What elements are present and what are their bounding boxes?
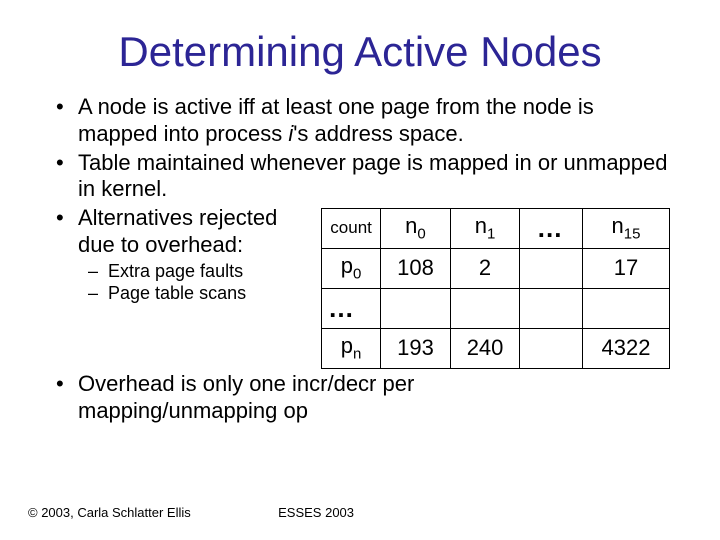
cell — [520, 249, 583, 289]
bullet-1: A node is active iff at least one page f… — [50, 94, 670, 148]
bullet-1-post: 's address space. — [293, 121, 464, 146]
bullet-4: Overhead is only one incr/decr per mappi… — [50, 371, 470, 425]
cell — [381, 289, 451, 329]
col-n1: n1 — [450, 209, 520, 249]
slide-body: A node is active iff at least one page f… — [0, 94, 720, 425]
col-ellipsis: … — [520, 209, 583, 249]
table-row: count n0 n1 … n15 — [322, 209, 670, 249]
row-ellipsis: … — [322, 289, 381, 329]
col-n0: n0 — [381, 209, 451, 249]
cell: 2 — [450, 249, 520, 289]
cell: 240 — [450, 329, 520, 369]
cell — [450, 289, 520, 329]
sub-bullet-a: Extra page faults — [78, 261, 313, 283]
cell: 108 — [381, 249, 451, 289]
bullet-3: Alternatives rejected due to overhead: E… — [50, 205, 670, 369]
row-p0: p0 — [322, 249, 381, 289]
cell — [520, 289, 583, 329]
cell — [520, 329, 583, 369]
table-row: p0 108 2 17 — [322, 249, 670, 289]
footer-center: ESSES 2003 — [191, 505, 442, 520]
row-pn: pn — [322, 329, 381, 369]
cell — [582, 289, 669, 329]
slide-title: Determining Active Nodes — [0, 0, 720, 94]
cell: 193 — [381, 329, 451, 369]
col-n15: n15 — [582, 209, 669, 249]
copyright: © 2003, Carla Schlatter Ellis — [28, 505, 191, 520]
footer: © 2003, Carla Schlatter Ellis ESSES 2003 — [28, 505, 692, 520]
bullet-list: A node is active iff at least one page f… — [50, 94, 670, 425]
hdr-count: count — [322, 209, 381, 249]
table-row: … — [322, 289, 670, 329]
table-row: pn 193 240 4322 — [322, 329, 670, 369]
cell: 17 — [582, 249, 669, 289]
count-table: count n0 n1 … n15 p0 108 2 17 — [321, 208, 670, 369]
bullet-3-text: Alternatives rejected due to overhead: — [78, 205, 277, 257]
bullet-2: Table maintained whenever page is mapped… — [50, 150, 670, 204]
cell: 4322 — [582, 329, 669, 369]
sub-bullet-b: Page table scans — [78, 283, 313, 305]
sub-bullet-list: Extra page faults Page table scans — [78, 261, 313, 305]
